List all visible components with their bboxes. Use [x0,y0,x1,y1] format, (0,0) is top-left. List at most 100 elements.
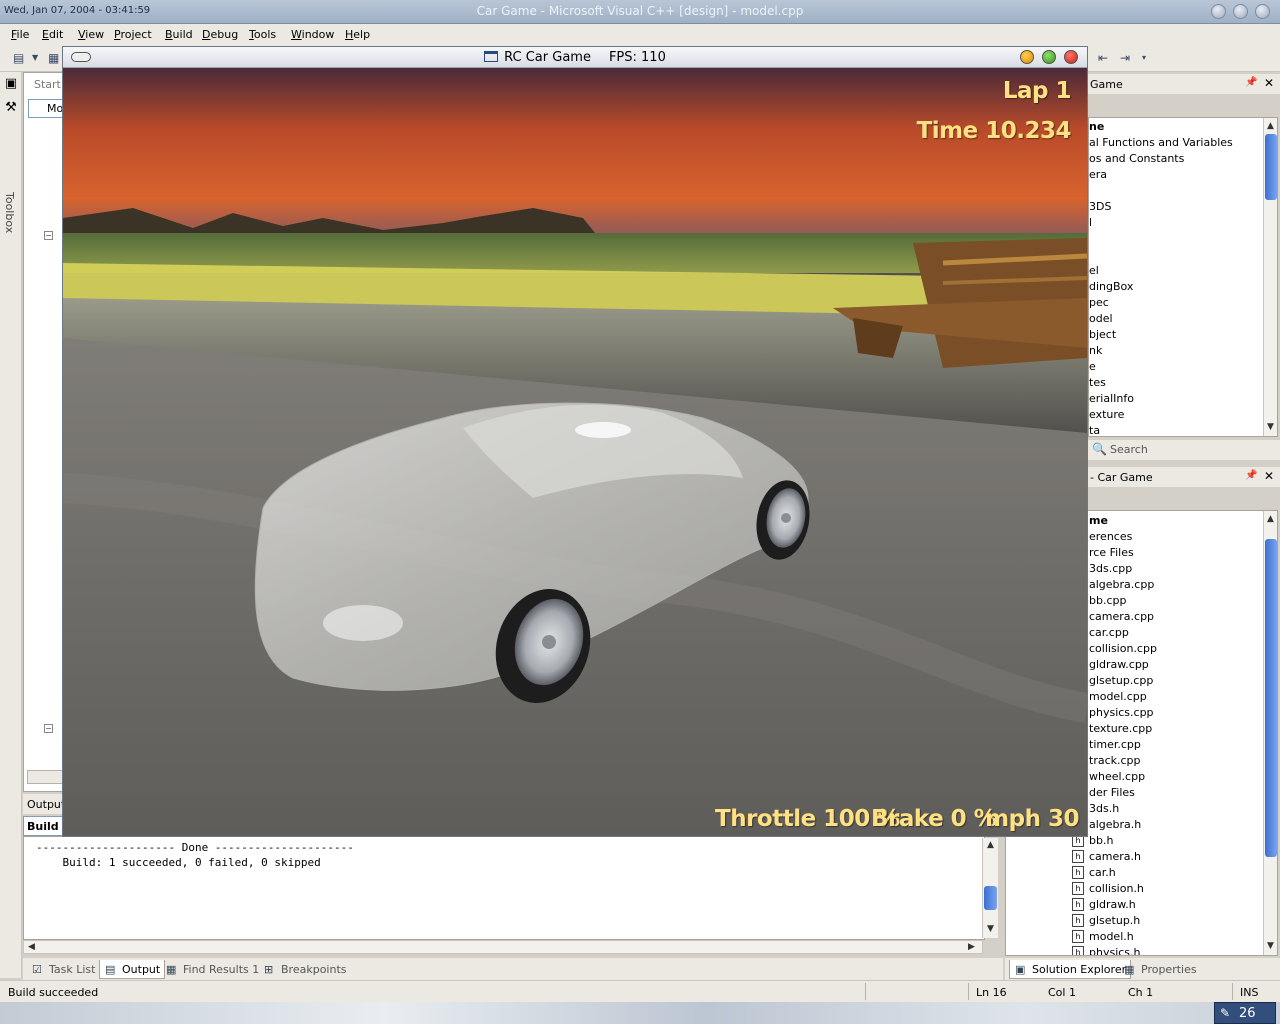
scroll-up-icon[interactable]: ▲ [1267,121,1274,131]
tree-item[interactable]: collision.cpp [1089,642,1157,655]
minimize-button[interactable] [1211,4,1226,19]
tree-item[interactable]: algebra.h [1089,818,1141,831]
menu-project[interactable]: Project [114,28,152,41]
tree-item[interactable]: ne [1089,120,1104,133]
class-view-scroll-thumb[interactable] [1265,134,1277,200]
tree-item[interactable]: model.h [1089,930,1134,943]
tree-item[interactable]: al Functions and Variables [1089,136,1233,149]
tab-solution-explorer[interactable]: ▣ Solution Explorer [1009,960,1132,979]
tree-item[interactable]: gldraw.h [1089,898,1136,911]
pin-icon[interactable]: 📌 [1245,77,1257,88]
menu-build[interactable]: Build [165,28,193,41]
tab-properties[interactable]: ▦ Properties [1119,960,1201,979]
menu-edit[interactable]: Edit [42,28,63,41]
editor-hscroll[interactable] [27,770,67,784]
toolbox-icon[interactable]: ⚒ [3,100,19,116]
maximize-button[interactable] [1233,4,1248,19]
tree-item[interactable]: bb.h [1089,834,1113,847]
tree-item[interactable]: os and Constants [1089,152,1184,165]
tree-item[interactable]: camera.cpp [1089,610,1154,623]
minimize-button[interactable] [1020,50,1034,64]
game-viewport[interactable]: Lap 1 Time 10.234 Throttle 100 % Brake 0… [63,68,1087,836]
tree-item[interactable]: 3ds.h [1089,802,1119,815]
tree-item[interactable]: track.cpp [1089,754,1141,767]
tree-item[interactable]: wheel.cpp [1089,770,1145,783]
search-tab[interactable]: 🔍 Search [1088,440,1280,460]
tab-find-results[interactable]: ▦ Find Results 1 [161,960,263,979]
scroll-right-icon[interactable]: ▶ [968,942,975,952]
tree-item[interactable]: texture.cpp [1089,722,1152,735]
tree-item[interactable]: rce Files [1089,546,1134,559]
menu-tools[interactable]: Tools [249,28,276,41]
output-text[interactable]: --------------------- Done -------------… [23,836,985,940]
tree-item[interactable]: bb.cpp [1089,594,1126,607]
menu-debug[interactable]: Debug [202,28,238,41]
solution-explorer-vscroll[interactable]: ▲ ▼ [1263,511,1277,955]
new-project-icon[interactable]: ▤ [13,51,29,65]
tree-item[interactable]: tes [1089,376,1106,389]
tray-badge[interactable]: ✎ 26 [1214,1002,1276,1024]
tab-output[interactable]: ▤ Output [99,960,166,979]
output-hscroll[interactable]: ◀ ▶ [23,940,983,954]
tree-item[interactable]: der Files [1089,786,1135,799]
toolbar-overflow-icon[interactable]: ▾ [1142,51,1158,65]
scroll-down-icon[interactable]: ▼ [1267,422,1274,432]
close-icon[interactable]: ✕ [1264,76,1274,90]
tree-item[interactable]: camera.h [1089,850,1141,863]
tree-item[interactable]: me [1089,514,1108,527]
pin-icon[interactable]: 📌 [1245,470,1257,481]
tree-item[interactable]: timer.cpp [1089,738,1141,751]
tree-item[interactable]: odel [1089,312,1113,325]
tree-item[interactable]: algebra.cpp [1089,578,1154,591]
tree-item[interactable]: nk [1089,344,1102,357]
indent-icon[interactable]: ⇤ [1098,51,1114,65]
tree-item[interactable]: era [1089,168,1107,181]
scroll-up-icon[interactable]: ▲ [1267,514,1274,524]
tree-item[interactable]: erences [1089,530,1132,543]
fold-toggle[interactable]: − [44,231,53,240]
tree-item[interactable]: glsetup.h [1089,914,1140,927]
tree-item[interactable]: exture [1089,408,1124,421]
menu-view[interactable]: View [78,28,104,41]
toolbox-label[interactable]: Toolbox [3,192,16,233]
close-button[interactable] [1255,4,1270,19]
tree-item[interactable]: model.cpp [1089,690,1147,703]
server-explorer-icon[interactable]: ▣ [3,76,19,92]
solution-explorer-scroll-thumb[interactable] [1265,539,1277,857]
scroll-up-icon[interactable]: ▲ [987,840,994,850]
menu-file[interactable]: File [11,28,29,41]
tree-item[interactable]: physics.h [1089,946,1141,955]
tab-start[interactable]: Start [34,78,61,91]
tree-item[interactable]: 3ds.cpp [1089,562,1132,575]
tree-item[interactable]: erialInfo [1089,392,1134,405]
close-button[interactable] [1064,50,1078,64]
scroll-down-icon[interactable]: ▼ [1267,941,1274,951]
tree-item[interactable]: 3DS [1089,200,1111,213]
tree-item[interactable]: collision.h [1089,882,1144,895]
tree-item[interactable]: el [1089,264,1099,277]
scroll-left-icon[interactable]: ◀ [28,942,35,952]
class-view-vscroll[interactable]: ▲ ▼ [1263,118,1277,436]
tree-item[interactable]: e [1089,360,1096,373]
menu-help[interactable]: Help [345,28,370,41]
tree-item[interactable]: ta [1089,424,1100,436]
output-vscroll[interactable]: ▲ ▼ [982,838,998,938]
menu-window[interactable]: Window [291,28,334,41]
tree-item[interactable]: l [1089,216,1092,229]
tree-item[interactable]: car.h [1089,866,1116,879]
maximize-button[interactable] [1042,50,1056,64]
tree-item[interactable]: glsetup.cpp [1089,674,1153,687]
tab-task-list[interactable]: ☑ Task List [27,960,99,979]
dropdown-arrow-icon[interactable]: ▼ [32,51,48,65]
scroll-down-icon[interactable]: ▼ [987,924,994,934]
tree-item[interactable]: car.cpp [1089,626,1129,639]
outdent-icon[interactable]: ⇥ [1120,51,1136,65]
tab-breakpoints[interactable]: ⊞ Breakpoints [259,960,351,979]
tree-item[interactable]: pec [1089,296,1109,309]
game-window[interactable]: RC Car Game FPS: 110 Lap 1 Time 10.234 T… [62,46,1088,837]
tree-item[interactable]: dingBox [1089,280,1133,293]
class-view-tree[interactable]: ▲ ▼ ne al Functions and Variables os and C… [1088,117,1278,437]
tree-item[interactable]: bject [1089,328,1116,341]
tree-item[interactable]: physics.cpp [1089,706,1154,719]
output-scroll-thumb[interactable] [984,885,997,910]
